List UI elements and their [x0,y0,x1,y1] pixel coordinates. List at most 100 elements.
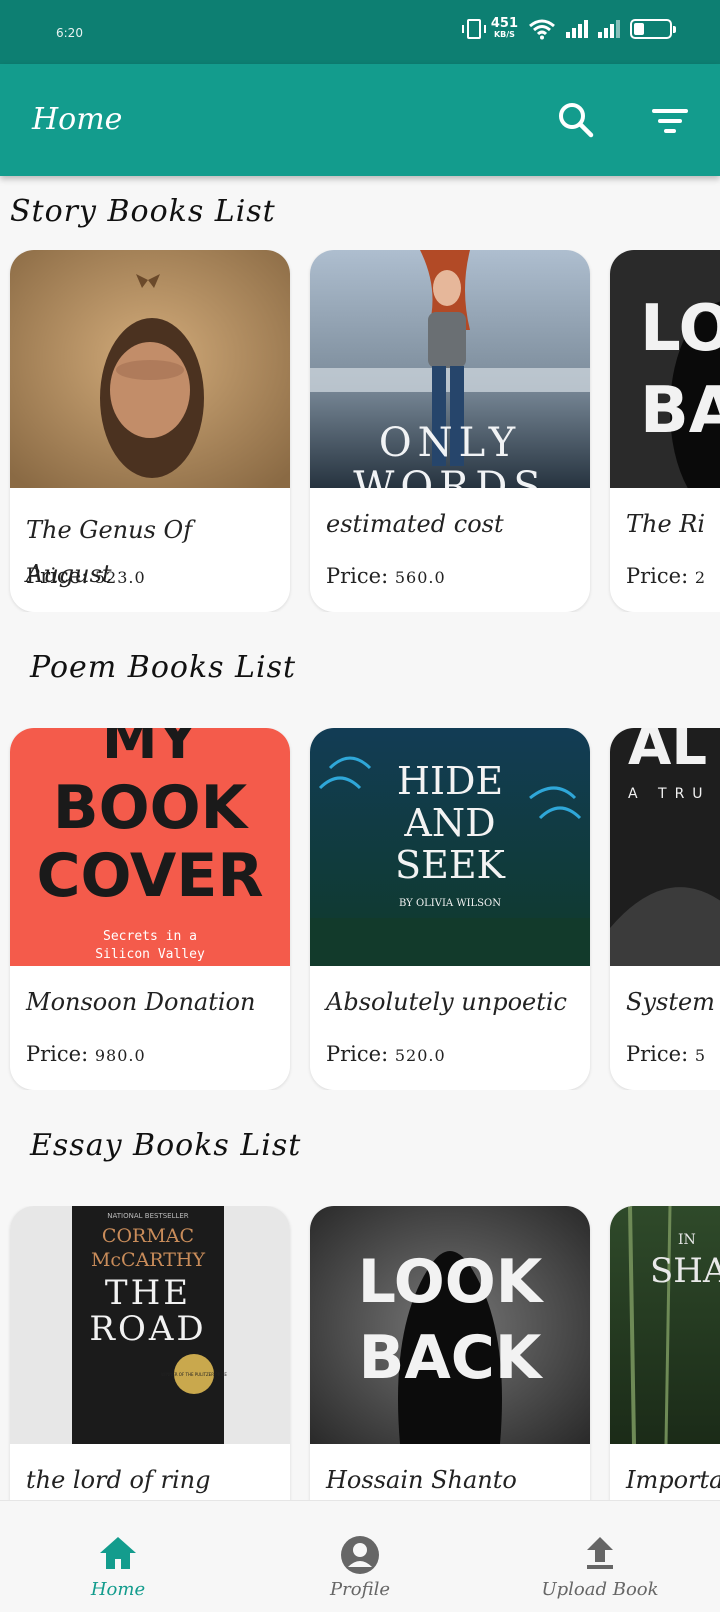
cover-line: IN [678,1232,696,1248]
cover-line-2: A TRU [628,786,711,802]
book-price: Price: 523.0 [26,564,146,588]
cover-line-3: SEEK [395,843,506,887]
cover-author: BY OLIVIA WILSON [399,898,501,909]
price-label: Price: [626,1042,689,1066]
home-icon [100,1537,136,1569]
status-icons: 451 KB/S [461,17,676,40]
cover-title: LOOK [358,1247,545,1317]
book-cover-image: LO BA [610,250,720,488]
price-value: 2 [694,568,707,587]
network-speed-unit: KB/S [493,30,515,39]
book-title: System [626,988,715,1016]
nav-upload-label: Upload Book [541,1579,659,1600]
book-card[interactable]: AL A TRU System Price: 5 [610,728,720,1090]
poem-books-row[interactable]: MY BOOK COVER Secrets in a Silicon Valle… [0,728,720,1090]
book-title: The Ri [626,510,706,538]
price-value: 520.0 [394,1046,446,1065]
book-title: Absolutely unpoetic [326,988,567,1016]
signal-icon-2 [598,20,620,38]
book-price: Price: 2 [626,564,706,588]
price-value: 560.0 [394,568,446,587]
book-cover-image [10,250,290,488]
book-cover-image: ONLY WORDS [310,250,590,488]
book-title: Hossain Shanto [326,1466,517,1494]
app-bar: Home [0,64,720,176]
nav-profile-label: Profile [330,1579,390,1600]
cover-award: WINNER OF THE PULITZER PRIZE [161,1372,227,1377]
cover-line-3: COVER [36,841,263,911]
cover-author-2: McCARTHY [91,1249,206,1271]
book-cover-image: AL A TRU [610,728,720,966]
cover-title: ONLY [379,420,521,466]
book-card[interactable]: IN SHA Importa [610,1206,720,1500]
book-card[interactable]: ONLY WORDS estimated cost Price: 560.0 [310,250,590,612]
book-cover-image: MY BOOK COVER Secrets in a Silicon Valle… [10,728,290,966]
essay-books-row[interactable]: NATIONAL BESTSELLER CORMAC McCARTHY THE … [0,1206,720,1500]
section-title-essay: Essay Books List [30,1128,302,1163]
battery-icon [630,19,676,39]
cover-line: HIDE [397,759,503,803]
book-price: Price: 520.0 [326,1042,446,1066]
book-cover-image: IN SHA [610,1206,720,1444]
book-price: Price: 560.0 [326,564,446,588]
book-title: estimated cost [326,510,504,538]
cover-tagline: NATIONAL BESTSELLER [107,1212,189,1220]
cover-title-2: WORDS [353,464,547,488]
cover-author: CORMAC [102,1225,194,1247]
nav-home[interactable]: Home [18,1501,218,1612]
book-price: Price: 980.0 [26,1042,146,1066]
cover-line-2: BOOK [53,773,250,843]
cover-line: AL [628,728,707,778]
search-icon[interactable] [556,100,596,140]
book-card[interactable]: LOOK BACK Hossain Shanto [310,1206,590,1500]
cover-line-2: SHA [650,1251,720,1291]
book-card[interactable]: HIDE AND SEEK BY OLIVIA WILSON Absolutel… [310,728,590,1090]
upload-icon [587,1537,613,1569]
price-label: Price: [326,564,389,588]
price-label: Price: [26,1042,89,1066]
book-cover-image: NATIONAL BESTSELLER CORMAC McCARTHY THE … [10,1206,290,1444]
status-bar: 6:20 451 KB/S [0,0,720,64]
cover-line: MY [102,728,200,772]
nav-upload[interactable]: Upload Book [500,1501,700,1612]
price-value: 980.0 [94,1046,146,1065]
price-label: Price: [26,564,89,588]
cover-subtitle-2: Silicon Valley [95,947,205,962]
book-cover-image: HIDE AND SEEK BY OLIVIA WILSON [310,728,590,966]
signal-icon [566,20,588,38]
price-label: Price: [626,564,689,588]
cover-title-2: ROAD [89,1309,206,1349]
story-books-row[interactable]: The Genus Of August Price: 523.0 ONLY WO… [0,250,720,612]
book-card[interactable]: NATIONAL BESTSELLER CORMAC McCARTHY THE … [10,1206,290,1500]
cover-title-2: BA [640,374,720,448]
nav-home-label: Home [90,1579,146,1600]
network-speed: 451 KB/S [491,17,518,40]
price-value: 523.0 [94,568,146,587]
bottom-navigation: Home Profile Upload Book [0,1500,720,1612]
book-cover-image: LOOK BACK [310,1206,590,1444]
price-value: 5 [694,1046,707,1065]
book-card[interactable]: The Genus Of August Price: 523.0 [10,250,290,612]
book-title: the lord of ring [26,1466,211,1494]
book-title: Importa [626,1466,720,1494]
cover-line-2: AND [403,801,495,845]
cover-subtitle: Secrets in a [103,929,197,944]
vibrate-icon [461,19,486,39]
profile-icon [341,1536,379,1574]
cover-title: LO [640,292,720,366]
price-label: Price: [326,1042,389,1066]
book-price: Price: 5 [626,1042,706,1066]
cover-title: THE [105,1273,191,1313]
status-time: 6:20 [56,26,83,40]
wifi-icon [529,19,555,40]
filter-icon[interactable] [650,102,690,142]
section-title-poem: Poem Books List [30,650,297,685]
page-title: Home [32,102,123,137]
book-title: Monsoon Donation [26,988,256,1016]
section-title-story: Story Books List [10,194,276,229]
nav-profile[interactable]: Profile [260,1501,460,1612]
book-title: The Genus Of [26,516,193,544]
cover-title-2: BACK [359,1323,544,1393]
book-card[interactable]: MY BOOK COVER Secrets in a Silicon Valle… [10,728,290,1090]
book-card[interactable]: LO BA The Ri Price: 2 [610,250,720,612]
